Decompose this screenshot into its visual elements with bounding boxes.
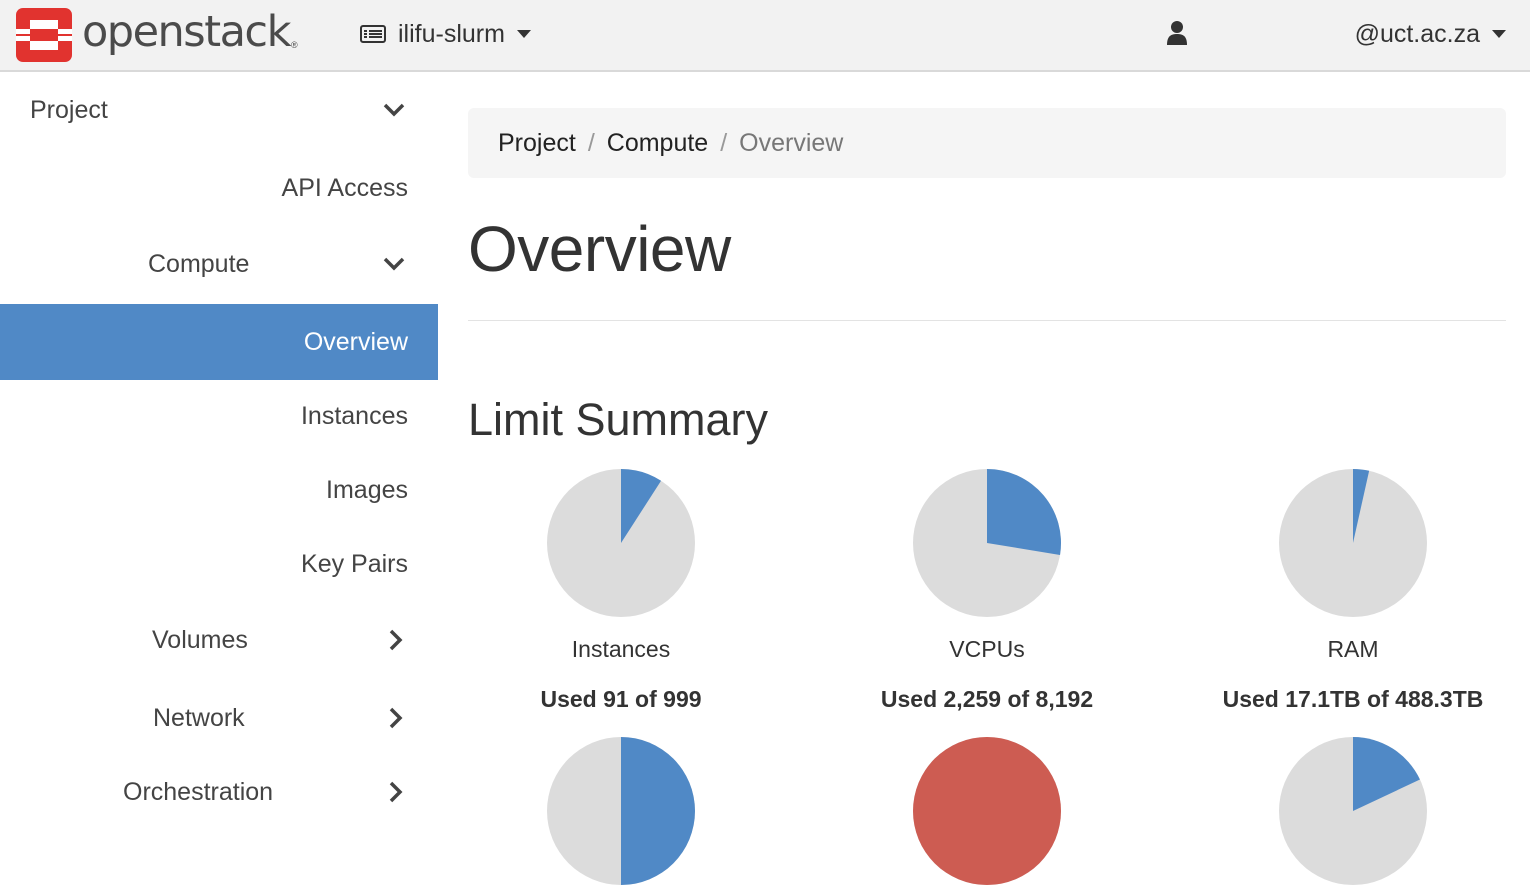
sidebar-item-label: Volumes — [152, 625, 248, 654]
pie-slice-used — [621, 737, 695, 885]
sidebar-item-label: Key Pairs — [301, 549, 408, 578]
chart-usage-text: Used 2,259 of 8,192 — [880, 686, 1094, 712]
user-icon[interactable] — [1166, 20, 1188, 46]
section-title: Limit Summary — [468, 394, 769, 445]
divider — [468, 320, 1506, 321]
sidebar-item-label: Orchestration — [123, 777, 274, 806]
server-list-icon — [360, 25, 386, 43]
sidebar-item-overview[interactable]: Overview — [0, 304, 438, 380]
breadcrumb-separator: / — [587, 128, 595, 157]
openstack-logo-icon — [16, 8, 72, 62]
sidebar-item-project[interactable]: Project — [0, 72, 438, 148]
sidebar: Project API Access Compute Overview Inst… — [0, 72, 438, 806]
chart-usage-text: Used 91 of 999 — [540, 686, 702, 712]
pie-slice-used — [913, 737, 1061, 885]
pie-chart — [913, 469, 1061, 617]
chevron-right-icon — [389, 781, 403, 803]
sidebar-item-label: Overview — [303, 327, 408, 356]
breadcrumb-current: Overview — [739, 128, 844, 157]
project-name: ilifu-slurm — [398, 19, 505, 48]
user-menu[interactable]: @uct.ac.za — [1355, 14, 1506, 54]
caret-down-icon — [1492, 30, 1506, 38]
chart-label: RAM — [1327, 636, 1379, 662]
breadcrumb: Project / Compute / Overview — [468, 108, 1506, 178]
chevron-right-icon — [389, 629, 403, 651]
sidebar-item-key-pairs[interactable]: Key Pairs — [0, 526, 438, 602]
pie-slice-used — [987, 469, 1061, 555]
sidebar-item-volumes[interactable]: Volumes — [0, 602, 438, 678]
caret-down-icon — [516, 30, 531, 38]
top-navbar: openstack ® ilifu-slurm @uct.ac.za — [0, 0, 1530, 72]
chevron-down-icon — [383, 103, 405, 117]
breadcrumb-separator: / — [720, 128, 728, 157]
sidebar-item-label: Images — [326, 475, 408, 504]
chevron-right-icon — [389, 707, 403, 729]
pie-chart — [1279, 469, 1427, 617]
sidebar-item-instances[interactable]: Instances — [0, 378, 438, 454]
page-title: Overview — [468, 213, 731, 285]
sidebar-item-orchestration[interactable]: Orchestration — [0, 754, 438, 830]
registered-mark: ® — [290, 40, 298, 50]
chevron-down-icon — [383, 257, 405, 271]
chart-label: Instances — [571, 636, 671, 662]
breadcrumb-project[interactable]: Project — [498, 129, 576, 158]
project-selector[interactable]: ilifu-slurm — [360, 14, 531, 54]
sidebar-item-images[interactable]: Images — [0, 452, 438, 528]
sidebar-item-label: Network — [153, 703, 245, 732]
pie-chart — [547, 469, 695, 617]
sidebar-item-api-access[interactable]: API Access — [0, 150, 438, 226]
sidebar-item-label: Compute — [148, 249, 250, 278]
pie-chart — [913, 737, 1061, 885]
sidebar-item-label: Instances — [300, 401, 408, 430]
sidebar-item-label: Project — [30, 95, 108, 124]
chart-label: VCPUs — [949, 636, 1025, 662]
sidebar-item-label: API Access — [281, 173, 408, 202]
chart-usage-text: Used 17.1TB of 488.3TB — [1222, 686, 1484, 712]
sidebar-item-compute[interactable]: Compute — [0, 226, 438, 302]
brand-name: openstack — [82, 7, 291, 57]
pie-chart — [547, 737, 695, 885]
openstack-logo[interactable]: openstack ® — [16, 6, 298, 64]
user-name: @uct.ac.za — [1354, 19, 1480, 48]
sidebar-item-network[interactable]: Network — [0, 680, 438, 756]
pie-chart — [1279, 737, 1427, 885]
breadcrumb-compute[interactable]: Compute — [607, 129, 708, 158]
